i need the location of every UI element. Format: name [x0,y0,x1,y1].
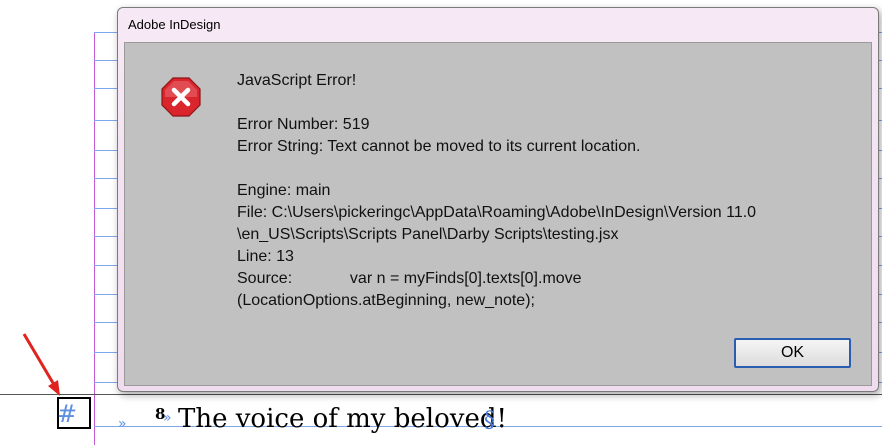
file-path-line: File: C:\Users\pickeringc\AppData\Roamin… [237,204,757,221]
source-line: Source: var n = myFinds[0].texts[0].move [237,270,582,287]
error-number: Error Number: 519 [237,116,370,133]
anchor-marker: # [57,400,78,428]
error-message: JavaScript Error! Error Number: 519 Erro… [237,70,857,312]
engine-line: Engine: main [237,182,331,199]
tab-marker: » [163,410,172,426]
error-heading: JavaScript Error! [237,72,357,89]
dialog-title: Adobe InDesign [128,17,221,32]
dialog-body: JavaScript Error! Error Number: 519 Erro… [124,42,872,386]
error-dialog: Adobe InDesign JavaScript Error! Error N… [117,7,879,392]
frame-edge [0,394,882,395]
verse-text[interactable]: The voice of my beloved! [178,404,507,434]
dialog-titlebar[interactable]: Adobe InDesign [118,8,878,42]
tab-marker: » [118,416,127,432]
line-number: Line: 13 [237,248,294,265]
ok-button[interactable]: OK [734,338,851,368]
margin-guide-left [94,32,95,445]
source-line: (LocationOptions.atBeginning, new_note); [237,292,535,309]
annotation-arrow-icon [22,333,60,396]
file-path-line: \en_US\Scripts\Scripts Panel\Darby Scrip… [237,226,619,243]
error-string: Error String: Text cannot be moved to it… [237,138,641,155]
error-icon [161,77,201,117]
section-mark: § [484,408,495,433]
